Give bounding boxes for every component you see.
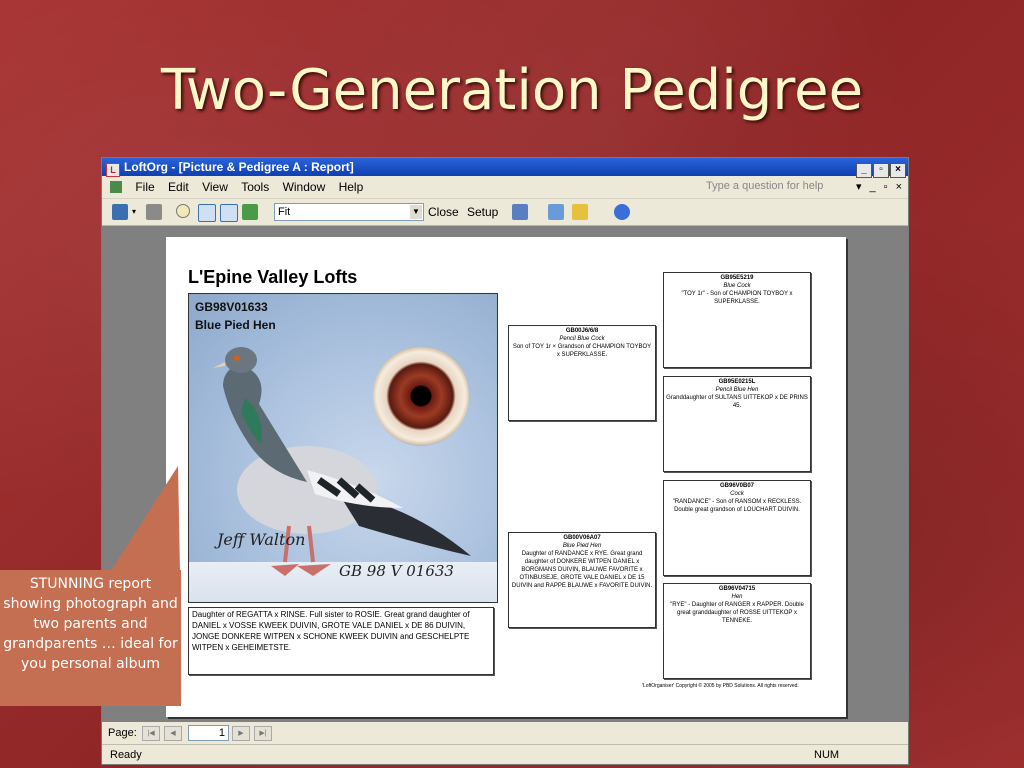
menu-tools[interactable]: Tools bbox=[241, 176, 269, 198]
gp4-text: "RYE" - Daughter of RANGER x RAPPER. Dou… bbox=[670, 602, 804, 624]
callout-pointer bbox=[110, 466, 180, 572]
sire-text: Son of TOY 1r × Grandson of CHAMPION TOY… bbox=[512, 344, 652, 358]
gp4-ring: GB96V04715 bbox=[718, 586, 756, 592]
print-icon[interactable] bbox=[146, 204, 162, 220]
gp3-ring: GB96V0B07 bbox=[719, 483, 755, 489]
view-dropdown-icon[interactable]: ▾ bbox=[132, 203, 136, 221]
report-preview-area: L'Epine Valley Lofts GB98V01633 Blue Pie… bbox=[102, 226, 908, 722]
document-controls: ▾ _ ▫ × bbox=[848, 176, 902, 198]
pigeon-photo: GB98V01633 Blue Pied Hen Jeff Walton GB … bbox=[188, 293, 498, 603]
gp4-color: Hen bbox=[731, 594, 743, 600]
photo-ring-caption: GB 98 V 01633 bbox=[339, 562, 454, 580]
last-page-button[interactable]: ▶| bbox=[254, 726, 272, 741]
doc-minimize-button[interactable]: _ bbox=[870, 181, 876, 193]
num-lock-indicator: NUM bbox=[814, 749, 840, 761]
zoom-dropdown-icon[interactable]: ▼ bbox=[410, 205, 422, 219]
photo-color: Blue Pied Hen bbox=[195, 318, 276, 332]
menu-bar: File Edit View Tools Window Help Type a … bbox=[102, 176, 908, 199]
gp2-ring: GB95E0215L bbox=[718, 379, 756, 385]
multiple-pages-icon[interactable] bbox=[242, 204, 258, 220]
zoom-select[interactable]: Fit ▼ bbox=[274, 203, 424, 221]
report-page: L'Epine Valley Lofts GB98V01633 Blue Pie… bbox=[166, 237, 846, 717]
first-page-button[interactable]: |◀ bbox=[142, 726, 160, 741]
photographer-signature: Jeff Walton bbox=[217, 530, 306, 549]
copyright-text: 'LoftOrganiser' Copyright © 2005 by PBD … bbox=[642, 683, 799, 689]
status-text: Ready bbox=[110, 749, 142, 761]
office-links-icon[interactable] bbox=[512, 204, 528, 220]
help-question-input[interactable]: Type a question for help bbox=[702, 179, 854, 194]
gp1-color: Blue Cock bbox=[723, 283, 751, 289]
new-object-icon[interactable] bbox=[572, 204, 588, 220]
view-icon[interactable] bbox=[112, 204, 128, 220]
sire-color: Pencil Blue Cock bbox=[559, 336, 605, 342]
doc-close-button[interactable]: × bbox=[896, 181, 902, 193]
granddam-paternal-box: GB95E0215L Pencil Blue Hen Granddaughter… bbox=[663, 376, 811, 472]
menu-view[interactable]: View bbox=[202, 176, 228, 198]
zoom-icon[interactable] bbox=[176, 204, 190, 218]
menu-help[interactable]: Help bbox=[339, 176, 364, 198]
menu-file[interactable]: File bbox=[135, 176, 154, 198]
callout-text: STUNNING report showing photograph and t… bbox=[3, 576, 178, 672]
status-bar: Ready NUM bbox=[102, 744, 908, 765]
gp3-text: "RANDANCE" - Son of RANSOM x RECKLESS. D… bbox=[672, 499, 802, 513]
slide-title: Two-Generation Pedigree bbox=[160, 58, 864, 123]
toolbar: ▾ Fit ▼ Close Setup bbox=[102, 199, 908, 226]
gp2-text: Granddaughter of SULTANS UITTEKOP x DE P… bbox=[666, 395, 808, 409]
menu-window[interactable]: Window bbox=[283, 176, 326, 198]
pigeon-illustration bbox=[213, 347, 471, 576]
close-button[interactable]: Close bbox=[428, 203, 459, 221]
next-page-button[interactable]: ▶ bbox=[232, 726, 250, 741]
record-navigation: Page: |◀ ◀ 1 ▶ ▶| bbox=[102, 722, 908, 744]
app-icon: L bbox=[106, 163, 120, 177]
zoom-value: Fit bbox=[278, 206, 291, 218]
photo-ring-number: GB98V01633 bbox=[195, 300, 268, 314]
database-window-icon[interactable] bbox=[548, 204, 564, 220]
page-number-input[interactable]: 1 bbox=[188, 725, 229, 741]
setup-button[interactable]: Setup bbox=[467, 203, 498, 221]
window-title: LoftOrg - [Picture & Pedigree A : Report… bbox=[124, 160, 354, 174]
grandsire-paternal-box: GB95E5219 Blue Cock "TOY 1r" - Son of CH… bbox=[663, 272, 811, 368]
callout-box: STUNNING report showing photograph and t… bbox=[0, 570, 181, 706]
dam-box: GB00V06A07 Blue Pied Hen Daughter of RAN… bbox=[508, 532, 656, 628]
menu-app-icon[interactable] bbox=[110, 181, 122, 193]
menu-edit[interactable]: Edit bbox=[168, 176, 189, 198]
report-title: L'Epine Valley Lofts bbox=[188, 267, 358, 287]
window-titlebar: L LoftOrg - [Picture & Pedigree A : Repor… bbox=[102, 158, 908, 178]
help-dropdown-icon[interactable]: ▾ bbox=[856, 181, 862, 193]
gp1-text: "TOY 1r" - Son of CHAMPION TOYBOY x SUPE… bbox=[681, 291, 793, 305]
granddam-maternal-box: GB96V04715 Hen "RYE" - Daughter of RANGE… bbox=[663, 583, 811, 679]
page-label: Page: bbox=[108, 727, 137, 739]
doc-restore-button[interactable]: ▫ bbox=[884, 181, 888, 193]
gp3-color: Cock bbox=[730, 491, 744, 497]
two-pages-icon[interactable] bbox=[220, 204, 238, 222]
dam-color: Blue Pied Hen bbox=[562, 543, 602, 549]
gp2-color: Pencil Blue Hen bbox=[715, 387, 759, 393]
sire-box: GB00J6/6/8 Pencil Blue Cock Son of TOY 1… bbox=[508, 325, 656, 421]
help-icon[interactable] bbox=[614, 204, 630, 220]
app-window: L LoftOrg - [Picture & Pedigree A : Repor… bbox=[101, 157, 909, 765]
dam-text: Daughter of RANDANCE x RYE. Great grand … bbox=[511, 551, 653, 589]
one-page-icon[interactable] bbox=[198, 204, 216, 222]
bird-description: Daughter of REGATTA x RINSE. Full sister… bbox=[188, 607, 494, 675]
sire-ring: GB00J6/6/8 bbox=[565, 328, 599, 334]
prev-page-button[interactable]: ◀ bbox=[164, 726, 182, 741]
dam-ring: GB00V06A07 bbox=[563, 535, 601, 541]
grandsire-maternal-box: GB96V0B07 Cock "RANDANCE" - Son of RANSO… bbox=[663, 480, 811, 576]
gp1-ring: GB95E5219 bbox=[720, 275, 754, 281]
